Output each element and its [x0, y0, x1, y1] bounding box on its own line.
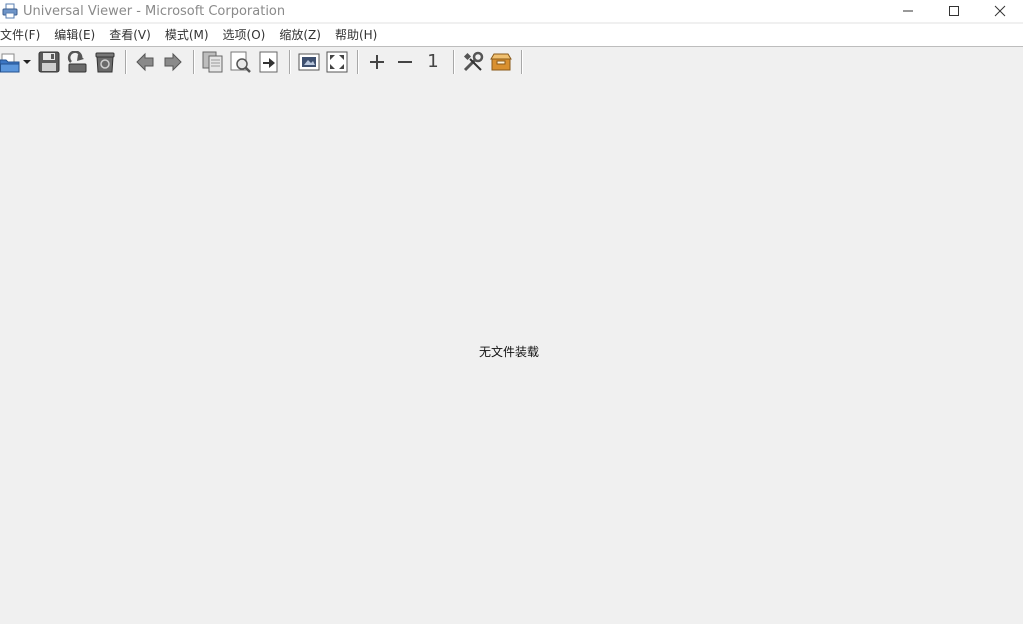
menu-mode[interactable]: 模式(M) [165, 24, 216, 46]
reload-button[interactable] [64, 49, 90, 75]
toolbar-separator [193, 50, 195, 74]
menu-bar: 文件(F) 编辑(E) 查看(V) 模式(M) 选项(O) 缩放(Z) 帮助(H… [0, 24, 1023, 47]
settings-tools-icon [463, 51, 484, 72]
copy-button[interactable] [200, 49, 226, 75]
reload-icon [67, 51, 87, 73]
minimize-icon [903, 10, 913, 12]
menu-options[interactable]: 选项(O) [223, 24, 273, 46]
toolbar-separator [357, 50, 359, 74]
no-file-message: 无文件装载 [479, 345, 540, 359]
fullscreen-icon [326, 51, 348, 73]
window-title: Universal Viewer - Microsoft Corporation [23, 3, 286, 19]
find-icon [230, 51, 251, 73]
app-window: Universal Viewer - Microsoft Corporation [0, 0, 1023, 624]
zoom-in-icon [370, 55, 384, 69]
printer-icon [1, 2, 19, 20]
toolbar: 1 [0, 47, 1023, 77]
open-dropdown[interactable] [22, 49, 32, 75]
save-button[interactable] [36, 49, 62, 75]
copy-icon [202, 51, 223, 73]
fit-window-icon [298, 53, 320, 71]
recycle-bin-icon [95, 52, 115, 73]
save-icon [38, 51, 60, 73]
viewer-area[interactable]: 无文件装载 [0, 77, 1023, 624]
plugins-box-icon [490, 53, 512, 71]
find-button[interactable] [228, 49, 254, 75]
chevron-down-icon [23, 60, 31, 64]
actual-size-button[interactable]: 1 [420, 49, 446, 75]
zoom-out-icon [398, 61, 412, 63]
close-icon [994, 5, 1006, 17]
close-button[interactable] [977, 0, 1023, 22]
menu-file[interactable]: 文件(F) [0, 24, 47, 46]
goto-icon [259, 51, 278, 73]
title-bar[interactable]: Universal Viewer - Microsoft Corporation [0, 0, 1023, 22]
menu-view[interactable]: 查看(V) [109, 24, 158, 46]
delete-button[interactable] [92, 49, 118, 75]
minimize-button[interactable] [885, 0, 931, 22]
next-file-button[interactable] [160, 49, 186, 75]
menu-help[interactable]: 帮助(H) [335, 24, 384, 46]
zoom-in-button[interactable] [364, 49, 390, 75]
actual-size-icon: 1 [427, 51, 439, 72]
toolbar-separator [289, 50, 291, 74]
open-folder-icon [0, 53, 20, 73]
plugins-button[interactable] [488, 49, 514, 75]
menu-zoom[interactable]: 缩放(Z) [279, 24, 328, 46]
menu-edit[interactable]: 编辑(E) [54, 24, 102, 46]
window-controls [885, 0, 1023, 22]
toolbar-separator [521, 50, 523, 74]
fullscreen-button[interactable] [324, 49, 350, 75]
arrow-right-icon [164, 52, 182, 72]
open-button[interactable] [0, 49, 22, 75]
arrow-left-icon [136, 52, 154, 72]
settings-button[interactable] [460, 49, 486, 75]
toolbar-separator [125, 50, 127, 74]
zoom-out-button[interactable] [392, 49, 418, 75]
goto-button[interactable] [256, 49, 282, 75]
maximize-icon [949, 6, 959, 16]
previous-file-button[interactable] [132, 49, 158, 75]
maximize-button[interactable] [931, 0, 977, 22]
fit-window-button[interactable] [296, 49, 322, 75]
toolbar-separator [453, 50, 455, 74]
